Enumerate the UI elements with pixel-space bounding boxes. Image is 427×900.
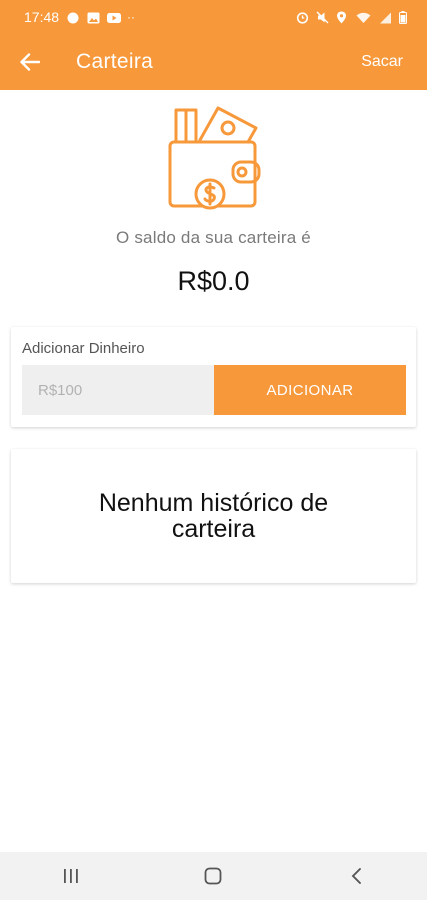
back-icon — [351, 868, 361, 884]
add-money-button[interactable]: ADICIONAR — [214, 365, 406, 415]
gallery-icon — [87, 11, 100, 24]
app-bar: Carteira Sacar — [0, 34, 427, 90]
recent-apps-button[interactable] — [51, 856, 91, 896]
back-nav-button[interactable] — [336, 856, 376, 896]
wifi-icon — [356, 11, 371, 23]
wallet-history-card: Nenhum histórico de carteira — [11, 449, 416, 583]
dot-icon — [67, 11, 79, 24]
youtube-icon — [107, 11, 122, 23]
page-title: Carteira — [76, 50, 154, 73]
system-nav-bar — [0, 852, 427, 900]
add-money-label: Adicionar Dinheiro — [22, 340, 145, 357]
empty-history-message: Nenhum histórico de carteira — [98, 489, 329, 543]
amount-input[interactable] — [22, 365, 214, 415]
balance-value: R$0.0 — [177, 266, 250, 296]
home-button[interactable] — [193, 856, 233, 896]
battery-icon — [399, 11, 407, 24]
recent-apps-icon — [64, 869, 78, 883]
balance-label: O saldo da sua carteira é — [116, 228, 311, 247]
signal-icon — [379, 11, 391, 24]
status-bar: 17:48 ·· — [0, 0, 427, 34]
status-bar-left: 17:48 ·· — [24, 9, 135, 25]
back-button[interactable] — [16, 48, 44, 76]
home-icon — [205, 867, 222, 885]
wallet-money-icon — [158, 104, 268, 214]
status-time: 17:48 — [24, 9, 60, 25]
arrow-left-icon — [20, 53, 40, 71]
status-bar-right — [296, 11, 407, 24]
more-notifications-icon: ·· — [127, 10, 136, 24]
location-icon — [336, 11, 348, 24]
sacar-button[interactable]: Sacar — [361, 53, 403, 71]
mute-icon — [316, 11, 329, 24]
alarm-icon — [296, 11, 309, 24]
add-money-card: Adicionar Dinheiro ADICIONAR — [11, 327, 416, 427]
